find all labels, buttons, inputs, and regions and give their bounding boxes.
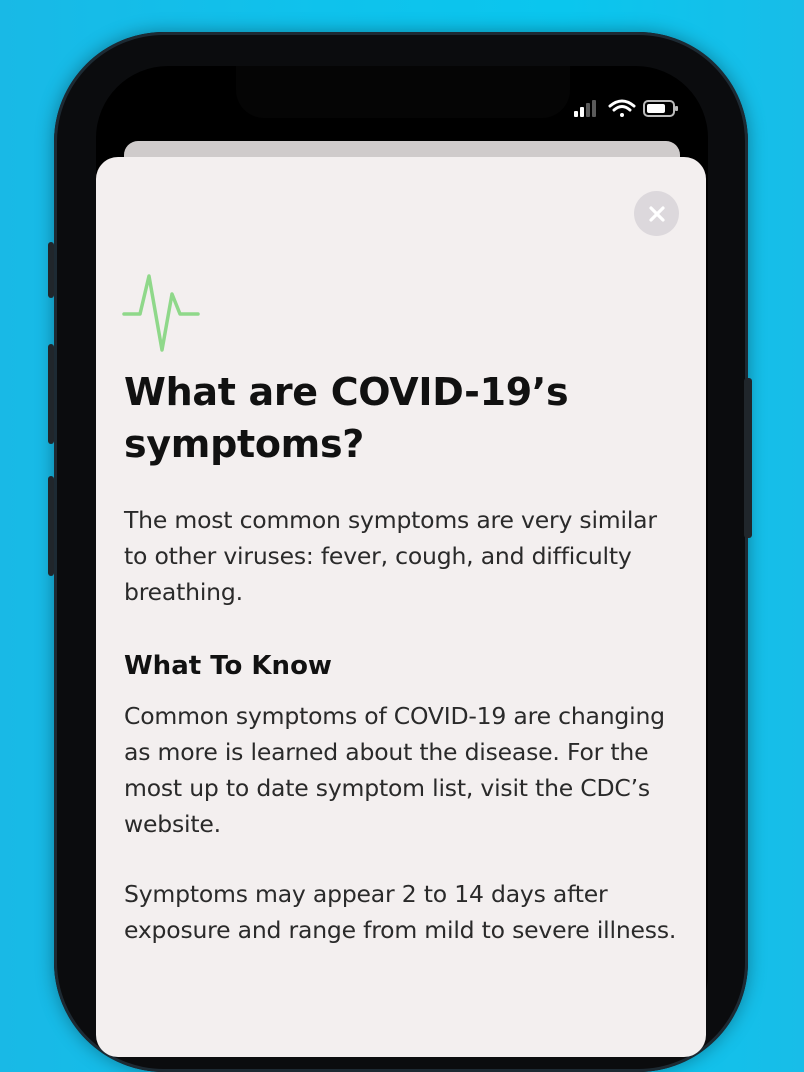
section-heading: What To Know xyxy=(124,651,332,681)
notch xyxy=(236,66,570,118)
status-bar xyxy=(572,97,680,121)
volume-button-top xyxy=(48,242,54,298)
battery-icon xyxy=(643,100,678,117)
section-paragraph-1: Common symptoms of COVID-19 are changing… xyxy=(124,702,665,838)
intro-paragraph: The most common symptoms are very simila… xyxy=(124,506,657,606)
power-button xyxy=(744,378,752,538)
volume-button-lower xyxy=(48,476,54,576)
section-paragraph-2: Symptoms may appear 2 to 14 days after e… xyxy=(124,880,677,944)
cellular-signal-icon xyxy=(574,100,596,117)
article-title: What are COVID-19’s symptoms? xyxy=(124,370,569,466)
wifi-icon xyxy=(608,99,636,117)
volume-button-bottom xyxy=(48,344,54,444)
heartbeat-icon xyxy=(122,274,200,352)
close-button[interactable] xyxy=(634,191,679,236)
close-icon xyxy=(648,205,665,222)
